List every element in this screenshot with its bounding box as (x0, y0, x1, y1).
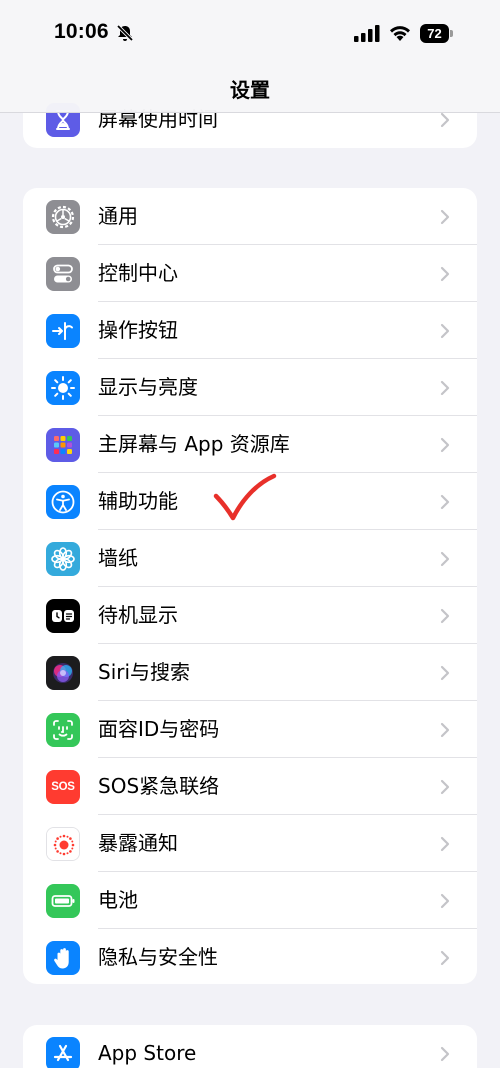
battery-icon (46, 884, 80, 918)
settings-item-control-center[interactable]: 控制中心 (23, 245, 477, 302)
settings-item-label: 待机显示 (98, 603, 178, 627)
settings-item-face-id-passcode[interactable]: 面容ID与密码 (23, 701, 477, 758)
action-button-icon (46, 314, 80, 348)
settings-item-label: 电池 (98, 888, 138, 912)
settings-item-general[interactable]: 通用 (23, 188, 477, 245)
settings-item-label: 控制中心 (98, 261, 178, 285)
settings-item-label: 通用 (98, 204, 138, 228)
settings-item-label: 辅助功能 (98, 489, 178, 513)
settings-item-home-screen-app-library[interactable]: 主屏幕与 App 资源库 (23, 416, 477, 473)
settings-item-label: 操作按钮 (98, 318, 178, 342)
settings-item-emergency-sos[interactable]: SOS SOS紧急联络 (23, 758, 477, 815)
settings-screen: 屏幕使用时间 10:06 72 设置 通用 控制中心 操作按钮 显示与亮度 主屏… (0, 0, 500, 1068)
face-id-icon (46, 713, 80, 747)
settings-item-exposure-notifications[interactable]: 暴露通知 (23, 815, 477, 872)
chevron-right-icon (440, 209, 450, 225)
sos-badge-text: SOS (51, 781, 75, 793)
chevron-right-icon (440, 893, 450, 909)
settings-item-app-store[interactable]: App Store (23, 1025, 477, 1068)
sos-icon: SOS (46, 770, 80, 804)
settings-item-label: 主屏幕与 App 资源库 (98, 432, 290, 456)
battery-icon: 72 (420, 24, 453, 43)
exposure-notification-icon (46, 827, 80, 861)
toggles-icon (46, 257, 80, 291)
chevron-right-icon (440, 950, 450, 966)
status-time: 10:06 (54, 20, 109, 43)
chevron-right-icon (440, 551, 450, 567)
chevron-right-icon (440, 722, 450, 738)
standby-icon (46, 599, 80, 633)
chevron-right-icon (440, 112, 450, 128)
chevron-right-icon (440, 380, 450, 396)
chevron-right-icon (440, 836, 450, 852)
settings-item-label: SOS紧急联络 (98, 774, 220, 798)
cellular-signal-icon (354, 25, 380, 42)
settings-item-siri-search[interactable]: Siri与搜索 (23, 644, 477, 701)
sun-icon (46, 371, 80, 405)
siri-icon (46, 656, 80, 690)
settings-item-label: Siri与搜索 (98, 660, 191, 684)
settings-item-action-button[interactable]: 操作按钮 (23, 302, 477, 359)
settings-item-label: App Store (98, 1041, 197, 1065)
chevron-right-icon (440, 494, 450, 510)
wallpaper-flower-icon (46, 542, 80, 576)
hand-icon (46, 941, 80, 975)
chevron-right-icon (440, 323, 450, 339)
chevron-right-icon (440, 266, 450, 282)
settings-item-label: 隐私与安全性 (98, 945, 218, 969)
chevron-right-icon (440, 1046, 450, 1062)
chevron-right-icon (440, 437, 450, 453)
settings-item-battery[interactable]: 电池 (23, 872, 477, 929)
settings-item-label: 暴露通知 (98, 831, 178, 855)
chevron-right-icon (440, 608, 450, 624)
settings-item-standby[interactable]: 待机显示 (23, 587, 477, 644)
chevron-right-icon (440, 665, 450, 681)
accessibility-icon (46, 485, 80, 519)
red-checkmark-annotation (213, 473, 277, 521)
settings-item-privacy-security[interactable]: 隐私与安全性 (23, 929, 477, 984)
status-and-nav-bar: 10:06 72 设置 (0, 0, 500, 113)
settings-group-main: 通用 控制中心 操作按钮 显示与亮度 主屏幕与 App 资源库 辅助功能 墙纸 … (23, 188, 477, 984)
chevron-right-icon (440, 779, 450, 795)
gear-icon (46, 200, 80, 234)
home-screen-grid-icon (46, 428, 80, 462)
settings-group-app-store: App Store (23, 1025, 477, 1068)
settings-item-display-brightness[interactable]: 显示与亮度 (23, 359, 477, 416)
battery-percent: 72 (427, 26, 442, 41)
settings-item-wallpaper[interactable]: 墙纸 (23, 530, 477, 587)
page-title: 设置 (230, 78, 270, 102)
wifi-icon (390, 26, 410, 41)
app-store-icon (46, 1037, 80, 1068)
settings-item-label: 面容ID与密码 (98, 717, 220, 741)
settings-item-label: 显示与亮度 (98, 375, 198, 399)
bell-slash-icon (116, 24, 134, 42)
settings-item-label: 墙纸 (98, 546, 138, 570)
